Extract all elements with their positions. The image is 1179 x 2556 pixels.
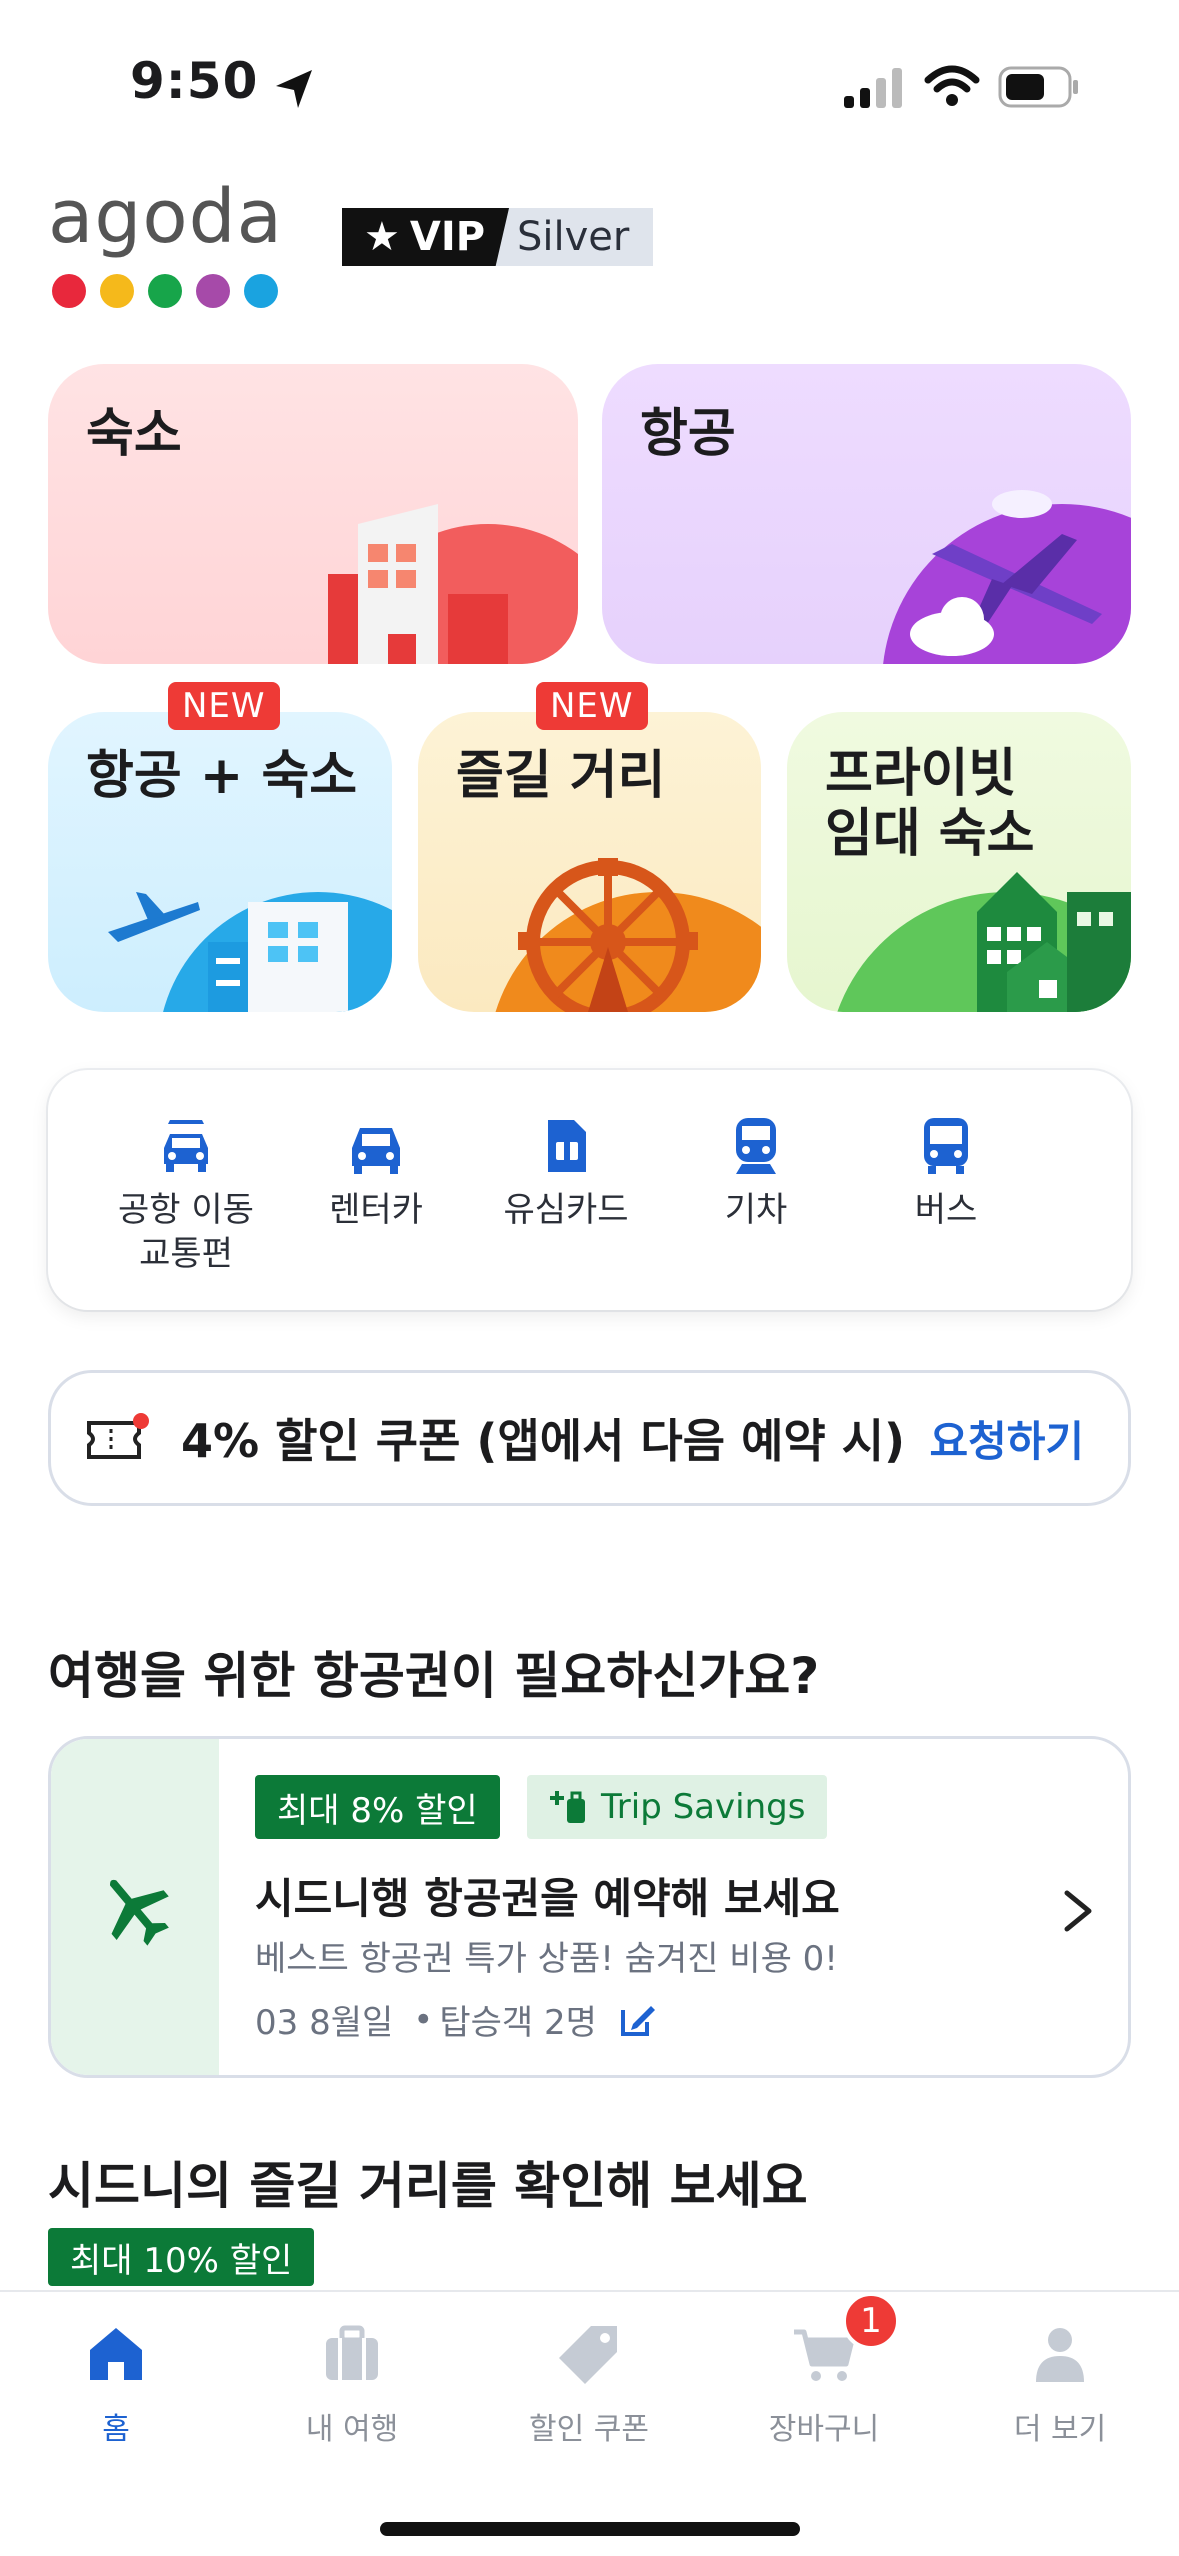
tab-coupons-label: 할인 쿠폰 bbox=[529, 2412, 649, 2447]
service-airport-transfer[interactable]: 공항 이동 교통편 bbox=[96, 1114, 276, 1276]
vip-label-box: ★ VIP bbox=[342, 208, 510, 266]
service-sim-card[interactable]: 유심카드 bbox=[476, 1114, 656, 1232]
logo-dots bbox=[52, 274, 283, 308]
flight-card-headline: 시드니행 항공권을 예약해 보세요 bbox=[255, 1874, 840, 1923]
flights-tile[interactable]: 항공 bbox=[602, 364, 1131, 664]
new-badge-flight-hotel: NEW bbox=[168, 682, 280, 730]
flight-card-details: 03 8월일 • 탑승객 2명 bbox=[255, 1995, 657, 2044]
houses-illustration-icon bbox=[837, 872, 1131, 1012]
flight-discount-badge: 최대 8% 할인 bbox=[255, 1775, 500, 1839]
suitcase-icon bbox=[326, 2325, 378, 2380]
agoda-logo: agoda bbox=[48, 180, 283, 308]
coupon-banner[interactable]: 4% 할인 쿠폰 (앱에서 다음 예약 시) 요청하기 bbox=[48, 1370, 1131, 1506]
tab-home-label: 홈 bbox=[102, 2412, 130, 2447]
tab-my-trips[interactable]: 내 여행 bbox=[252, 2322, 452, 2448]
private-stays-label-line1: 프라이빗 bbox=[825, 744, 1017, 804]
flight-date: 03 8월일 bbox=[255, 2003, 394, 2043]
airport-transfer-icon bbox=[164, 1120, 208, 1172]
activities-label: 즐길 거리 bbox=[456, 746, 666, 806]
person-icon bbox=[1036, 2328, 1084, 2382]
service-label: 유심카드 bbox=[503, 1190, 629, 1230]
airplane-illustration-icon bbox=[883, 490, 1131, 664]
vip-status-badge[interactable]: ★ VIP Silver bbox=[342, 208, 654, 266]
vip-tier: Silver bbox=[495, 208, 654, 266]
stays-label: 숙소 bbox=[86, 404, 182, 464]
private-stays-tile[interactable]: 프라이빗 임대 숙소 bbox=[787, 712, 1131, 1012]
home-icon bbox=[90, 2328, 142, 2380]
services-row: 공항 이동 교통편 렌터카 유심카드 기차 버스 bbox=[48, 1070, 1131, 1310]
logo-dot-purple bbox=[196, 274, 230, 308]
coupon-text: 4% 할인 쿠폰 (앱에서 다음 예약 시) bbox=[181, 1414, 906, 1468]
airplane-icon bbox=[110, 1879, 169, 1946]
tab-coupons[interactable]: 할인 쿠폰 bbox=[489, 2322, 689, 2448]
logo-dot-blue bbox=[244, 274, 278, 308]
service-label: 버스 bbox=[914, 1190, 978, 1230]
service-car-rental[interactable]: 렌터카 bbox=[286, 1114, 466, 1232]
flight-passengers: 탑승객 2명 bbox=[439, 2003, 597, 2043]
sim-card-icon bbox=[548, 1120, 586, 1172]
battery-icon bbox=[998, 66, 1078, 108]
vip-label: VIP bbox=[409, 214, 486, 260]
service-train[interactable]: 기차 bbox=[666, 1114, 846, 1232]
tab-cart-label: 장바구니 bbox=[768, 2412, 880, 2447]
status-bar: 9:50 bbox=[0, 0, 1179, 150]
hotel-illustration-icon bbox=[328, 504, 578, 664]
service-label-line2: 교통편 bbox=[139, 1234, 233, 1274]
trip-savings-label: Trip Savings bbox=[601, 1787, 806, 1827]
logo-dot-green bbox=[148, 274, 182, 308]
flight-card-icon-panel bbox=[51, 1739, 219, 2075]
flight-hotel-label: 항공 + 숙소 bbox=[86, 746, 358, 806]
tab-cart[interactable]: 장바구니 bbox=[724, 2322, 924, 2448]
bus-icon bbox=[924, 1118, 968, 1174]
chevron-right-icon[interactable] bbox=[1061, 1889, 1095, 1933]
plane-hotel-illustration-icon bbox=[108, 892, 392, 1012]
star-icon: ★ bbox=[364, 214, 400, 260]
service-bus[interactable]: 버스 bbox=[856, 1114, 1036, 1232]
tab-more[interactable]: 더 보기 bbox=[960, 2322, 1160, 2448]
service-label: 기차 bbox=[724, 1190, 788, 1230]
cart-count-badge: 1 bbox=[842, 2292, 900, 2350]
wifi-icon bbox=[924, 65, 980, 106]
service-label: 렌터카 bbox=[329, 1190, 423, 1230]
flight-card-subtext: 베스트 항공권 특가 상품! 숨겨진 비용 0! bbox=[255, 1939, 838, 1979]
logo-dot-yellow bbox=[100, 274, 134, 308]
flights-section-title: 여행을 위한 항공권이 필요하신가요? bbox=[48, 1647, 820, 1705]
service-label-line1: 공항 이동 bbox=[118, 1190, 254, 1230]
trip-savings-badge: Trip Savings bbox=[527, 1775, 828, 1839]
flight-hotel-tile[interactable]: 항공 + 숙소 bbox=[48, 712, 392, 1012]
tab-more-label: 더 보기 bbox=[1013, 2412, 1107, 2447]
home-indicator[interactable] bbox=[380, 2522, 800, 2536]
tab-home[interactable]: 홈 bbox=[16, 2322, 216, 2448]
tab-my-trips-label: 내 여행 bbox=[305, 2412, 399, 2447]
activities-discount-badge: 최대 10% 할인 bbox=[48, 2228, 315, 2286]
flight-promo-card[interactable]: 최대 8% 할인 Trip Savings 시드니행 항공권을 예약해 보세요 … bbox=[48, 1736, 1131, 2078]
new-badge-activities: NEW bbox=[536, 682, 648, 730]
cellular-signal-icon bbox=[844, 68, 902, 108]
activities-tile[interactable]: 즐길 거리 bbox=[418, 712, 761, 1012]
logo-dot-red bbox=[52, 274, 86, 308]
flights-label: 항공 bbox=[640, 404, 736, 464]
separator-dot: • bbox=[413, 1999, 434, 2040]
car-icon bbox=[352, 1128, 400, 1174]
activities-section-title: 시드니의 즐길 거리를 확인해 보세요 bbox=[48, 2157, 808, 2215]
logo-wordmark: agoda bbox=[48, 174, 283, 260]
private-stays-label: 프라이빗 임대 숙소 bbox=[825, 744, 1034, 864]
status-time: 9:50 bbox=[130, 52, 259, 110]
train-icon bbox=[736, 1118, 776, 1174]
bottom-tab-bar: 홈 내 여행 할인 쿠폰 장바구니 더 보기 bbox=[0, 2290, 1179, 2556]
luggage-plus-icon bbox=[550, 1791, 585, 1823]
edit-icon[interactable] bbox=[617, 2000, 657, 2040]
location-arrow-icon bbox=[276, 70, 312, 108]
ferris-wheel-illustration-icon bbox=[495, 858, 761, 1012]
stays-tile[interactable]: 숙소 bbox=[48, 364, 578, 664]
coupon-request-button[interactable]: 요청하기 bbox=[929, 1408, 1084, 1469]
ticket-icon bbox=[87, 1413, 149, 1459]
tag-icon bbox=[559, 2326, 617, 2384]
